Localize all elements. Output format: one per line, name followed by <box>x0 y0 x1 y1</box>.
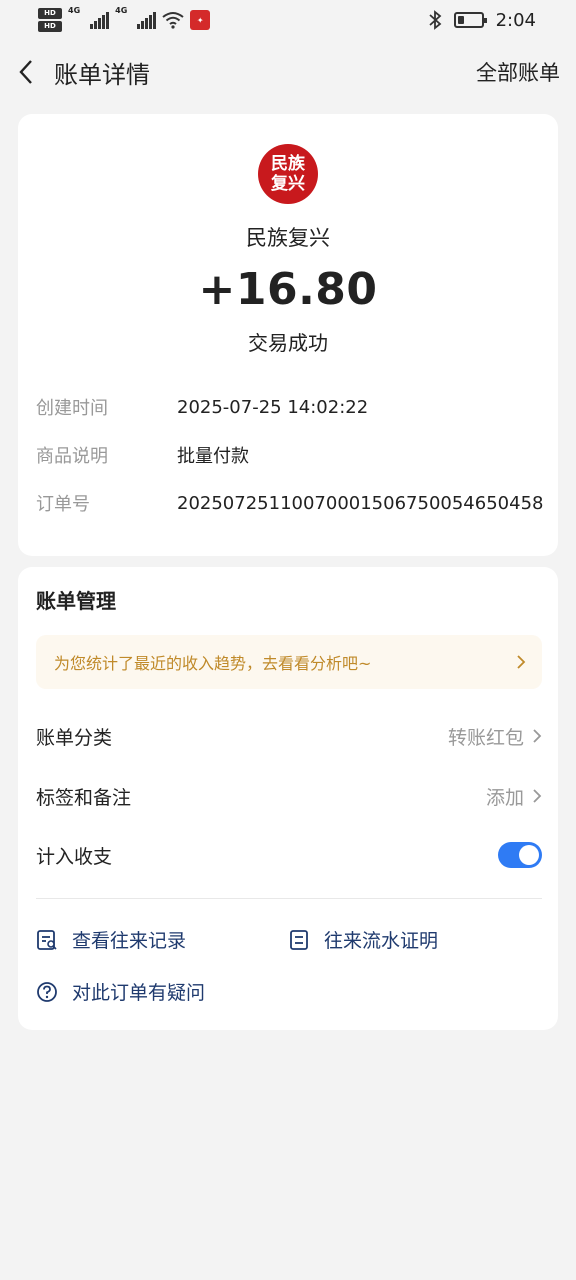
view-history-label: 查看往来记录 <box>72 930 187 952</box>
all-bills-link[interactable]: 全部账单 <box>476 57 560 87</box>
include-in-stats-label: 计入收支 <box>36 845 113 868</box>
toggle-knob <box>519 845 539 865</box>
hd-badge-2: HD <box>38 21 62 32</box>
tags-notes-value: 添加 <box>485 786 524 809</box>
navigation-bar: 账单详情 全部账单 <box>0 44 576 100</box>
signal-icon <box>90 11 110 29</box>
transaction-certificate-label: 往来流水证明 <box>324 930 439 952</box>
promo-text: 为您统计了最近的收入趋势，去看看分析吧~ <box>54 654 372 673</box>
detail-value[interactable]: 2025072511007000150675005465045​8 <box>177 493 543 514</box>
merchant-name: 民族复兴 <box>246 226 330 250</box>
chevron-right-icon <box>517 655 526 669</box>
detail-value: 批量付款 <box>177 446 249 467</box>
detail-label: 商品说明 <box>36 446 108 467</box>
tags-notes-label: 标签和备注 <box>36 786 132 809</box>
page-title: 账单详情 <box>54 60 150 89</box>
detail-value: 2025-07-25 14:02:22 <box>177 396 369 418</box>
network-type-1: 4G <box>68 6 81 15</box>
wifi-icon <box>162 12 184 29</box>
nav-left: 账单详情 <box>14 55 150 90</box>
transaction-status: 交易成功 <box>248 331 328 355</box>
merchant-logo-line-1: 民族 <box>271 154 305 174</box>
merchant-logo-line-2: 复兴 <box>271 174 305 194</box>
detail-row-created-time: 创建时间 2025-07-25 14:02:22 <box>36 394 368 420</box>
bill-category-value: 转账红包 <box>447 726 524 749</box>
hd-badge-1: HD <box>38 8 62 19</box>
tags-notes-value-wrap: 添加 <box>486 783 542 810</box>
detail-row-description: 商品说明 批量付款 <box>36 442 249 468</box>
include-in-stats-row: 计入收支 <box>36 835 542 875</box>
merchant-logo: 民族 复兴 <box>258 144 318 204</box>
bluetooth-icon <box>428 10 441 30</box>
divider <box>36 898 542 899</box>
transaction-certificate-link[interactable]: 往来流水证明 <box>288 926 438 953</box>
network-type-2: 4G <box>115 6 128 15</box>
certificate-icon <box>290 929 308 950</box>
transaction-amount: +16.80 <box>198 264 378 315</box>
clock: 2:04 <box>495 9 536 31</box>
order-question-label: 对此订单有疑问 <box>72 982 206 1004</box>
records-icon <box>37 929 57 950</box>
detail-row-order-number: 订单号 2025072511007000150675005465045​8 <box>36 490 543 516</box>
detail-label: 订单号 <box>36 494 90 515</box>
view-history-link[interactable]: 查看往来记录 <box>36 926 186 953</box>
signal-icon <box>137 11 157 29</box>
bill-category-row[interactable]: 账单分类 转账红包 <box>36 716 542 756</box>
hd-indicator: HD HD <box>38 8 62 32</box>
bill-category-label: 账单分类 <box>36 726 113 749</box>
chevron-left-icon <box>19 60 32 84</box>
transaction-card: 民族 复兴 民族复兴 +16.80 交易成功 创建时间 2025-07-25 1… <box>18 114 558 556</box>
back-button[interactable] <box>14 60 38 84</box>
bill-category-value-wrap: 转账红包 <box>448 723 542 750</box>
status-bar: HD HD 4G 4G ✦ 2:04 <box>0 0 576 40</box>
status-bar-left: HD HD 4G 4G ✦ <box>38 6 211 32</box>
detail-label: 创建时间 <box>36 398 108 419</box>
income-trend-banner[interactable]: 为您统计了最近的收入趋势，去看看分析吧~ <box>36 635 542 689</box>
chevron-right-icon <box>533 789 542 803</box>
order-question-link[interactable]: 对此订单有疑问 <box>36 978 205 1005</box>
battery-level <box>457 16 465 24</box>
tags-notes-row[interactable]: 标签和备注 添加 <box>36 776 542 816</box>
status-bar-right: 2:04 <box>428 10 536 31</box>
app-notification-icon: ✦ <box>190 10 211 30</box>
include-in-stats-toggle[interactable] <box>498 842 542 868</box>
chevron-right-icon <box>533 729 542 743</box>
question-icon <box>37 981 57 1002</box>
section-title: 账单管理 <box>36 589 116 613</box>
bill-management-card: 账单管理 为您统计了最近的收入趋势，去看看分析吧~ 账单分类 转账红包 标签和备… <box>18 567 558 1030</box>
battery-icon <box>453 12 487 28</box>
